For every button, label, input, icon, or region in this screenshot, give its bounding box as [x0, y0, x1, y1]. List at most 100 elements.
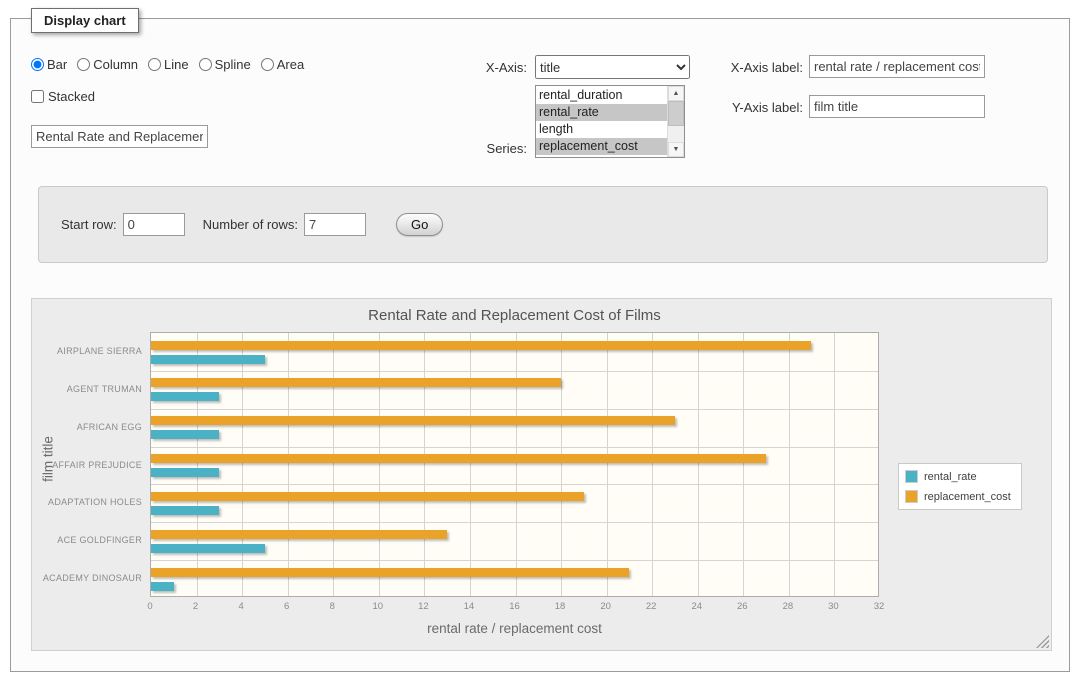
legend-label: replacement_cost: [924, 491, 1011, 503]
scrollbar-thumb[interactable]: [668, 101, 684, 126]
series-option-length[interactable]: length: [536, 121, 667, 138]
listbox-scrollbar[interactable]: ▲ ▼: [667, 86, 684, 157]
start-row-input[interactable]: [123, 213, 185, 236]
series-option-rental_duration[interactable]: rental_duration: [536, 87, 667, 104]
chart-title: Rental Rate and Replacement Cost of Film…: [150, 307, 879, 324]
x-tick-label: 28: [783, 601, 794, 612]
series-listbox[interactable]: rental_durationrental_ratelengthreplacem…: [535, 85, 685, 158]
bar-replacement_cost: [151, 341, 811, 350]
go-button[interactable]: Go: [396, 213, 443, 236]
bar-replacement_cost: [151, 492, 584, 501]
chart-controls: BarColumnLineSplineArea Stacked X-Axis: …: [11, 19, 1069, 184]
x-axis-select-label: X-Axis:: [427, 60, 527, 75]
x-axis-label-field-label: X-Axis label:: [697, 60, 803, 75]
scroll-down-icon[interactable]: ▼: [668, 142, 684, 157]
x-tick-label: 26: [737, 601, 748, 612]
number-of-rows-input[interactable]: [304, 213, 366, 236]
x-tick-label: 14: [464, 601, 475, 612]
gridline-vertical: [333, 333, 334, 596]
y-axis-category-label: ACADEMY DINOSAUR: [32, 573, 142, 583]
scrollbar-track[interactable]: [668, 101, 684, 142]
bar-rental_rate: [151, 544, 265, 553]
chart-title-input[interactable]: [31, 125, 208, 148]
stacked-checkbox[interactable]: [31, 90, 44, 103]
y-axis-label-input[interactable]: [809, 95, 985, 118]
x-tick-label: 30: [828, 601, 839, 612]
gridline-horizontal: [151, 560, 878, 561]
number-of-rows-label: Number of rows:: [203, 217, 298, 232]
stacked-label: Stacked: [48, 89, 95, 104]
chart-type-option-label: Column: [93, 57, 138, 72]
x-axis-title: rental rate / replacement cost: [150, 621, 879, 636]
chart-type-option-label: Line: [164, 57, 189, 72]
y-axis-category-label: AIRPLANE SIERRA: [32, 346, 142, 356]
bar-rental_rate: [151, 582, 174, 591]
gridline-vertical: [652, 333, 653, 596]
x-axis-label-input[interactable]: [809, 55, 985, 78]
bar-rental_rate: [151, 468, 219, 477]
x-tick-label: 18: [555, 601, 566, 612]
page: Display chart BarColumnLineSplineArea St…: [0, 0, 1081, 681]
gridline-horizontal: [151, 484, 878, 485]
x-axis-select[interactable]: title: [535, 55, 690, 79]
chart-type-option-column[interactable]: Column: [77, 57, 138, 72]
gridline-vertical: [379, 333, 380, 596]
gridline-horizontal: [151, 371, 878, 372]
bar-rental_rate: [151, 355, 265, 364]
x-tick-label: 32: [874, 601, 885, 612]
x-tick-label: 0: [147, 601, 152, 612]
chart-type-option-label: Area: [277, 57, 304, 72]
chart-panel: Rental Rate and Replacement Cost of Film…: [31, 298, 1052, 651]
resize-handle-icon[interactable]: [1036, 635, 1049, 648]
gridline-vertical: [834, 333, 835, 596]
chart-type-radio-bar[interactable]: [31, 58, 44, 71]
chart-type-option-spline[interactable]: Spline: [199, 57, 251, 72]
y-axis-category-label: ADAPTATION HOLES: [32, 497, 142, 507]
chart-type-radio-area[interactable]: [261, 58, 274, 71]
rows-fieldset: Start row: Number of rows: Go: [38, 186, 1048, 263]
gridline-vertical: [607, 333, 608, 596]
gridline-vertical: [789, 333, 790, 596]
series-label: Series:: [427, 141, 527, 156]
gridline-horizontal: [151, 522, 878, 523]
x-tick-label: 20: [600, 601, 611, 612]
series-option-replacement_cost[interactable]: replacement_cost: [536, 138, 667, 155]
legend-swatch: [905, 490, 918, 503]
legend-swatch: [905, 470, 918, 483]
y-axis-category-label: AFFAIR PREJUDICE: [32, 460, 142, 470]
bar-rental_rate: [151, 430, 219, 439]
plot-area: [150, 332, 879, 597]
bar-rental_rate: [151, 392, 219, 401]
gridline-horizontal: [151, 447, 878, 448]
chart-type-option-label: Spline: [215, 57, 251, 72]
bar-replacement_cost: [151, 568, 629, 577]
x-tick-label: 8: [330, 601, 335, 612]
y-axis-label-field-label: Y-Axis label:: [697, 100, 803, 115]
bar-replacement_cost: [151, 454, 766, 463]
x-tick-label: 24: [691, 601, 702, 612]
bar-rental_rate: [151, 506, 219, 515]
y-axis-category-label: ACE GOLDFINGER: [32, 535, 142, 545]
chart-type-radio-line[interactable]: [148, 58, 161, 71]
bar-replacement_cost: [151, 416, 675, 425]
gridline-vertical: [743, 333, 744, 596]
chart-type-option-line[interactable]: Line: [148, 57, 189, 72]
chart-type-option-bar[interactable]: Bar: [31, 57, 67, 72]
gridline-vertical: [698, 333, 699, 596]
stacked-option[interactable]: Stacked: [31, 89, 95, 104]
bar-replacement_cost: [151, 530, 447, 539]
chart-legend: rental_ratereplacement_cost: [898, 463, 1022, 510]
chart-type-radio-spline[interactable]: [199, 58, 212, 71]
chart-type-option-area[interactable]: Area: [261, 57, 304, 72]
x-tick-label: 16: [509, 601, 520, 612]
x-tick-label: 4: [238, 601, 243, 612]
bar-replacement_cost: [151, 378, 561, 387]
x-tick-label: 10: [373, 601, 384, 612]
legend-entry-replacement_cost: replacement_cost: [905, 490, 1011, 503]
scroll-up-icon[interactable]: ▲: [668, 86, 684, 101]
gridline-vertical: [561, 333, 562, 596]
x-tick-label: 12: [418, 601, 429, 612]
display-chart-fieldset: Display chart BarColumnLineSplineArea St…: [10, 18, 1070, 672]
series-option-rental_rate[interactable]: rental_rate: [536, 104, 667, 121]
chart-type-radio-column[interactable]: [77, 58, 90, 71]
